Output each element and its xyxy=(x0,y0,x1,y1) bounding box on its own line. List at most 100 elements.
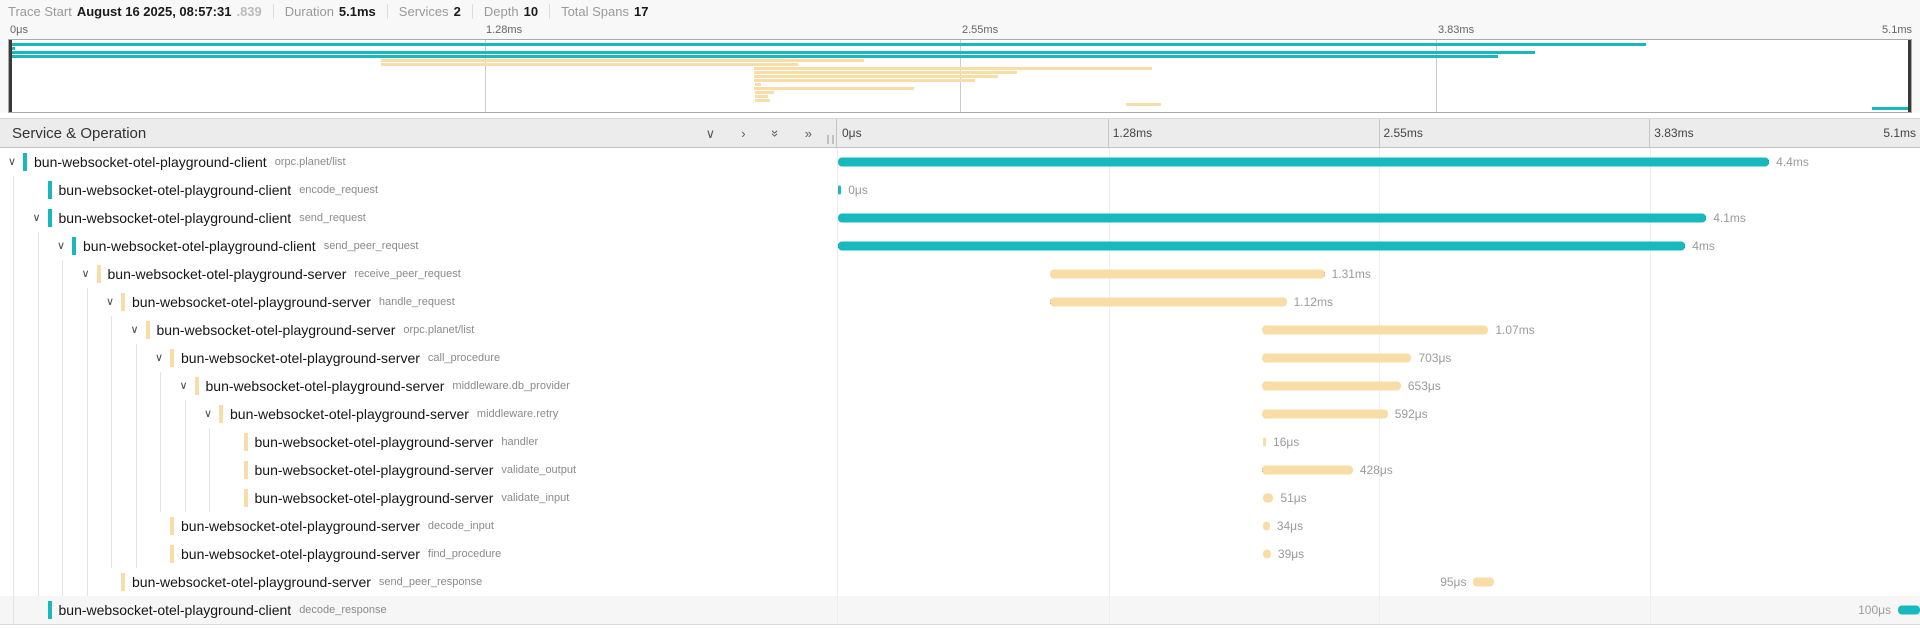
span-name-cell[interactable]: ∨ bun-websocket-otel-playground-server v… xyxy=(0,456,837,484)
span-timeline-cell[interactable]: 1.12ms xyxy=(837,288,1920,316)
span-timeline-cell[interactable]: 0μs xyxy=(837,176,1920,204)
minimap-right-handle[interactable] xyxy=(1908,40,1911,112)
span-bar[interactable] xyxy=(1262,354,1412,363)
operation-name: decode_input xyxy=(428,520,494,532)
chevron-down-icon[interactable]: ∨ xyxy=(106,297,121,308)
span-timeline-cell[interactable]: 100μs xyxy=(837,596,1920,624)
span-bar[interactable] xyxy=(1263,438,1266,447)
span-name-cell[interactable]: ∨ bun-websocket-otel-playground-server o… xyxy=(0,316,837,344)
service-operation-title: Service & Operation xyxy=(12,125,706,142)
indent-guide xyxy=(87,372,88,400)
span-name-cell[interactable]: ∨ bun-websocket-otel-playground-server f… xyxy=(0,540,837,568)
span-bar[interactable] xyxy=(1262,382,1401,391)
span-row[interactable]: ∨ bun-websocket-otel-playground-client o… xyxy=(0,148,1920,176)
span-timeline-cell[interactable]: 653μs xyxy=(837,372,1920,400)
span-row[interactable]: ∨ bun-websocket-otel-playground-server m… xyxy=(0,400,1920,428)
double-chevron-right-icon[interactable]: » xyxy=(805,127,812,140)
span-row[interactable]: ∨ bun-websocket-otel-playground-server f… xyxy=(0,540,1920,568)
span-bar[interactable] xyxy=(838,186,841,195)
span-name-cell[interactable]: ∨ bun-websocket-otel-playground-server c… xyxy=(0,344,837,372)
span-timeline-cell[interactable]: 39μs xyxy=(837,540,1920,568)
trace-start-label: Trace Start xyxy=(8,4,72,19)
services-label: Services xyxy=(399,4,449,19)
span-bar[interactable] xyxy=(1263,522,1270,531)
span-name-cell[interactable]: ∨ bun-websocket-otel-playground-client s… xyxy=(0,204,837,232)
span-name-cell[interactable]: ∨ bun-websocket-otel-playground-server h… xyxy=(0,288,837,316)
span-row[interactable]: ∨ bun-websocket-otel-playground-server v… xyxy=(0,456,1920,484)
chevron-down-icon[interactable]: ∨ xyxy=(706,127,716,140)
chevron-down-icon[interactable]: ∨ xyxy=(8,157,23,168)
span-row[interactable]: ∨ bun-websocket-otel-playground-server h… xyxy=(0,288,1920,316)
minimap-left-handle[interactable] xyxy=(9,40,12,112)
span-name-cell[interactable]: ∨ bun-websocket-otel-playground-client s… xyxy=(0,232,837,260)
double-chevron-down-icon[interactable]: » xyxy=(769,129,782,136)
chevron-down-icon[interactable]: ∨ xyxy=(204,409,219,420)
span-bar[interactable] xyxy=(1263,550,1271,559)
span-name-cell[interactable]: ∨ bun-websocket-otel-playground-client e… xyxy=(0,176,837,204)
span-timeline-cell[interactable]: 34μs xyxy=(837,512,1920,540)
trace-minimap[interactable] xyxy=(8,39,1912,113)
span-timeline-cell[interactable]: 1.31ms xyxy=(837,260,1920,288)
indent-guide xyxy=(87,316,88,344)
span-name-cell[interactable]: ∨ bun-websocket-otel-playground-client d… xyxy=(0,596,837,624)
span-bar[interactable] xyxy=(1262,410,1388,419)
timeline-tick-label: 5.1ms xyxy=(1883,126,1916,140)
span-row[interactable]: ∨ bun-websocket-otel-playground-server m… xyxy=(0,372,1920,400)
indent-guide xyxy=(185,456,186,484)
span-name-cell[interactable]: ∨ bun-websocket-otel-playground-server s… xyxy=(0,568,837,596)
span-row[interactable]: ∨ bun-websocket-otel-playground-server v… xyxy=(0,484,1920,512)
span-name-cell[interactable]: ∨ bun-websocket-otel-playground-server r… xyxy=(0,260,837,288)
span-name-cell[interactable]: ∨ bun-websocket-otel-playground-server v… xyxy=(0,484,837,512)
span-timeline-cell[interactable]: 16μs xyxy=(837,428,1920,456)
span-timeline-cell[interactable]: 592μs xyxy=(837,400,1920,428)
chevron-down-icon[interactable]: ∨ xyxy=(57,241,72,252)
span-bar[interactable] xyxy=(1263,494,1274,503)
span-timeline-cell[interactable]: 4.1ms xyxy=(837,204,1920,232)
chevron-down-icon[interactable]: ∨ xyxy=(131,325,146,336)
service-operation-header: Service & Operation ∨ › » » xyxy=(0,119,837,147)
span-bar[interactable] xyxy=(1473,578,1493,587)
span-name-cell[interactable]: ∨ bun-websocket-otel-playground-server h… xyxy=(0,428,837,456)
span-row[interactable]: ∨ bun-websocket-otel-playground-client e… xyxy=(0,176,1920,204)
span-bar[interactable] xyxy=(1262,326,1489,335)
span-name-cell[interactable]: ∨ bun-websocket-otel-playground-server m… xyxy=(0,400,837,428)
column-resizer[interactable] xyxy=(827,135,834,144)
chevron-down-icon[interactable]: ∨ xyxy=(82,269,97,280)
span-bar[interactable] xyxy=(1050,298,1287,307)
span-timeline-cell[interactable]: 428μs xyxy=(837,456,1920,484)
indent-guide xyxy=(111,484,112,512)
span-timeline-cell[interactable]: 703μs xyxy=(837,344,1920,372)
span-name-cell[interactable]: ∨ bun-websocket-otel-playground-server m… xyxy=(0,372,837,400)
total-spans-value: 17 xyxy=(634,4,648,19)
service-color-swatch xyxy=(48,209,52,227)
chevron-down-icon[interactable]: ∨ xyxy=(33,213,48,224)
span-timeline-cell[interactable]: 95μs xyxy=(837,568,1920,596)
span-bar[interactable] xyxy=(1050,270,1325,279)
timeline-gridline xyxy=(1379,540,1380,568)
span-row[interactable]: ∨ bun-websocket-otel-playground-server d… xyxy=(0,512,1920,540)
span-row[interactable]: ∨ bun-websocket-otel-playground-client s… xyxy=(0,204,1920,232)
span-row[interactable]: ∨ bun-websocket-otel-playground-server c… xyxy=(0,344,1920,372)
span-timeline-cell[interactable]: 51μs xyxy=(837,484,1920,512)
span-row[interactable]: ∨ bun-websocket-otel-playground-client d… xyxy=(0,596,1920,624)
span-bar[interactable] xyxy=(838,214,1706,223)
chevron-right-icon[interactable]: › xyxy=(741,127,745,140)
span-timeline-cell[interactable]: 4.4ms xyxy=(837,148,1920,176)
span-row[interactable]: ∨ bun-websocket-otel-playground-client s… xyxy=(0,232,1920,260)
span-name-cell[interactable]: ∨ bun-websocket-otel-playground-client o… xyxy=(0,148,837,176)
span-bar[interactable] xyxy=(838,158,1769,167)
span-row[interactable]: ∨ bun-websocket-otel-playground-server r… xyxy=(0,260,1920,288)
span-row[interactable]: ∨ bun-websocket-otel-playground-server s… xyxy=(0,568,1920,596)
span-bar[interactable] xyxy=(838,242,1685,251)
span-row[interactable]: ∨ bun-websocket-otel-playground-server o… xyxy=(0,316,1920,344)
chevron-down-icon[interactable]: ∨ xyxy=(180,381,195,392)
span-timeline-cell[interactable]: 4ms xyxy=(837,232,1920,260)
service-color-swatch xyxy=(121,293,125,311)
indent-guide xyxy=(13,204,14,232)
span-bar[interactable] xyxy=(1898,606,1920,615)
span-bar[interactable] xyxy=(1262,466,1353,475)
chevron-down-icon[interactable]: ∨ xyxy=(155,353,170,364)
span-timeline-cell[interactable]: 1.07ms xyxy=(837,316,1920,344)
span-row[interactable]: ∨ bun-websocket-otel-playground-server h… xyxy=(0,428,1920,456)
span-name-cell[interactable]: ∨ bun-websocket-otel-playground-server d… xyxy=(0,512,837,540)
